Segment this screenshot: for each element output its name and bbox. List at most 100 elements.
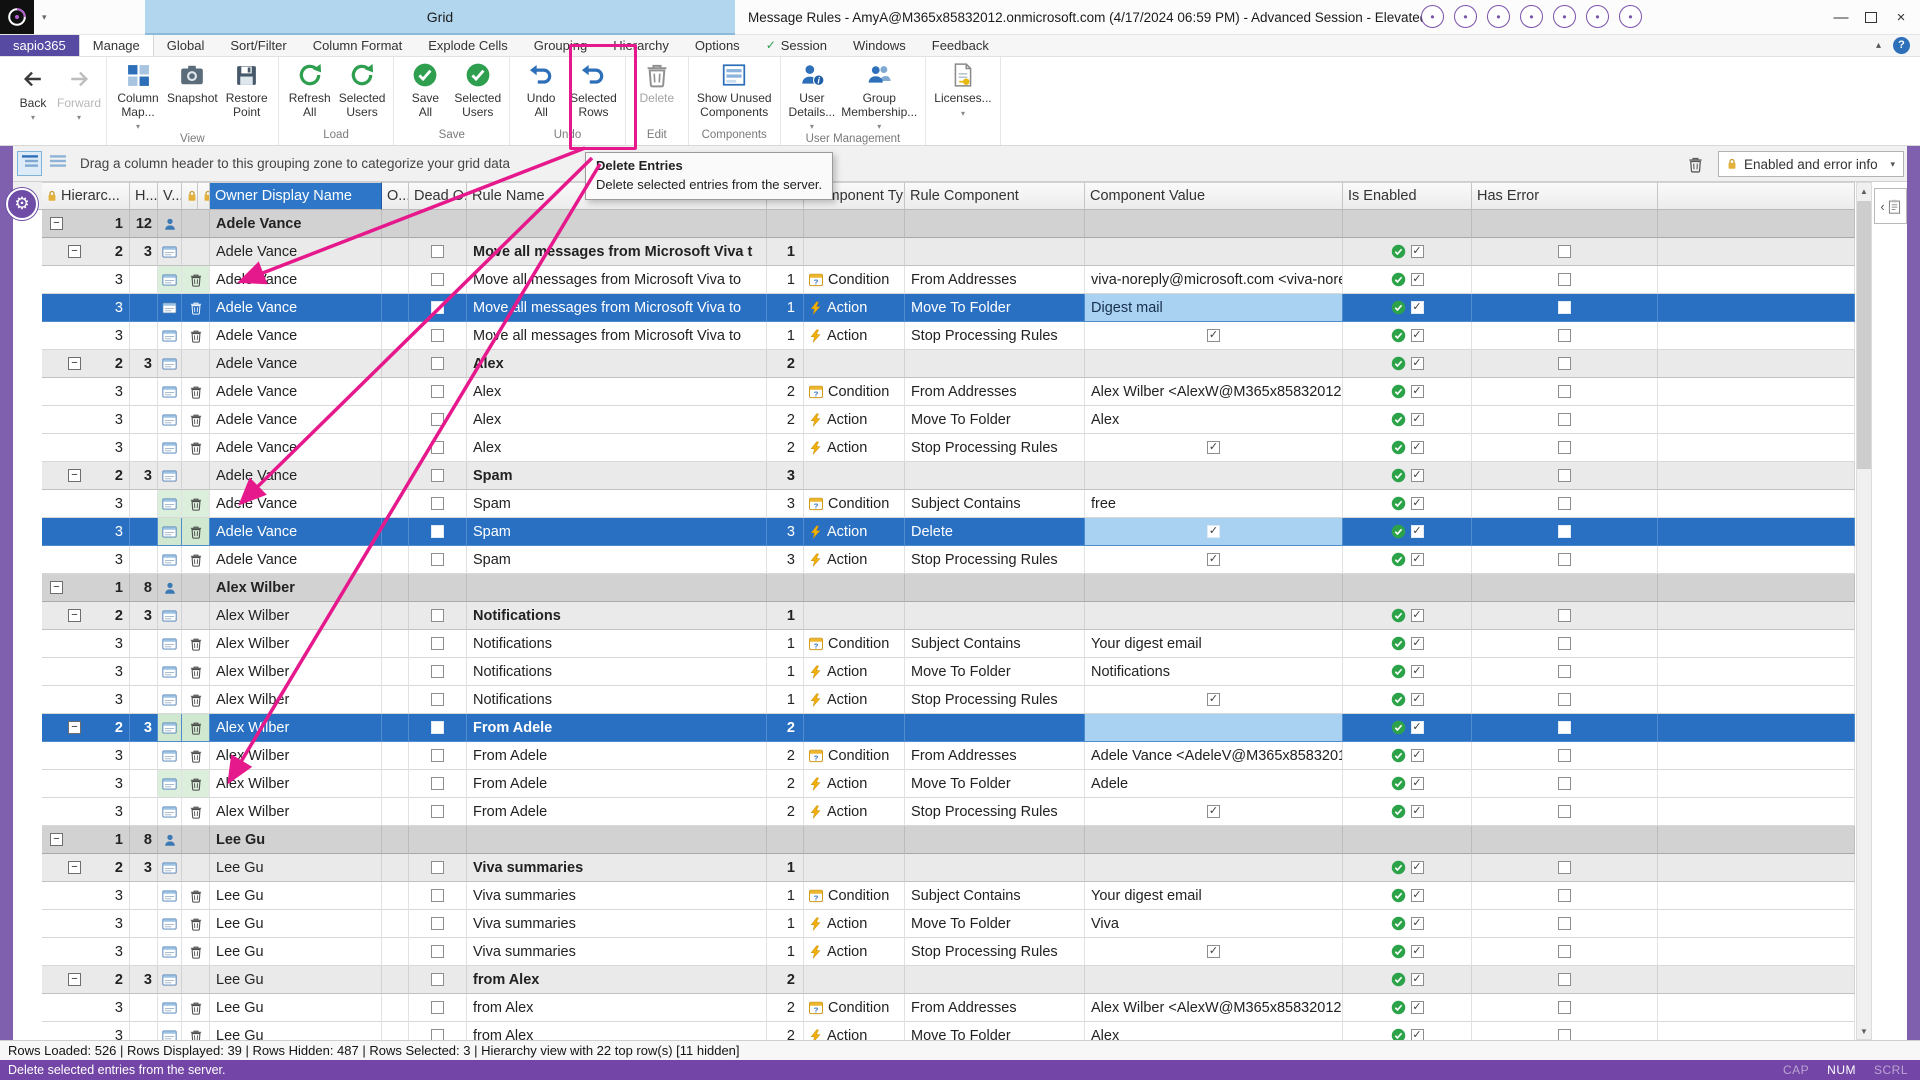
row-trash-icon[interactable]	[189, 329, 203, 343]
help-icon[interactable]: ?	[1893, 37, 1910, 54]
delete-button[interactable]: Delete	[631, 57, 683, 106]
user-details-button[interactable]: iUserDetails...▾	[786, 57, 839, 131]
enabled-checkbox[interactable]	[1411, 329, 1424, 342]
refresh-all-button[interactable]: RefreshAll	[284, 57, 336, 119]
forward-button[interactable]: Forward ▾	[56, 60, 102, 145]
error-checkbox[interactable]	[1558, 357, 1571, 370]
enabled-checkbox[interactable]	[1411, 749, 1424, 762]
enabled-checkbox[interactable]	[1411, 973, 1424, 986]
ribbon-tab-feedback[interactable]: Feedback	[919, 34, 1002, 56]
licenses-button[interactable]: Licenses...▾	[931, 57, 994, 118]
grid-row[interactable]: 3Lee GuViva summaries1ActionMove To Fold…	[42, 910, 1855, 938]
enabled-checkbox[interactable]	[1411, 413, 1424, 426]
value-checkbox[interactable]	[1207, 693, 1220, 706]
collapse-toggle[interactable]: −	[68, 973, 81, 986]
error-checkbox[interactable]	[1558, 609, 1571, 622]
scroll-down-icon[interactable]: ▼	[1857, 1023, 1871, 1039]
save-all-button[interactable]: SaveAll	[399, 57, 451, 119]
grid-row[interactable]: −18Lee Gu	[42, 826, 1855, 854]
row-trash-icon[interactable]	[189, 889, 203, 903]
row-trash-icon[interactable]	[189, 1029, 203, 1041]
ribbon-tab-explode-cells[interactable]: Explode Cells	[415, 34, 521, 56]
row-checkbox[interactable]	[431, 609, 444, 622]
error-checkbox[interactable]	[1558, 917, 1571, 930]
vertical-scrollbar[interactable]: ▲ ▼	[1856, 182, 1872, 1040]
enabled-checkbox[interactable]	[1411, 553, 1424, 566]
grid-row[interactable]: −23Alex WilberFrom Adele2	[42, 714, 1855, 742]
collapse-toggle[interactable]: −	[50, 833, 63, 846]
error-checkbox[interactable]	[1558, 665, 1571, 678]
error-checkbox[interactable]	[1558, 497, 1571, 510]
row-checkbox[interactable]	[431, 301, 444, 314]
row-checkbox[interactable]	[431, 1029, 444, 1040]
quick-access-caret-icon[interactable]: ▾	[42, 12, 47, 23]
back-button[interactable]: Back ▾	[10, 60, 56, 145]
row-checkbox[interactable]	[431, 357, 444, 370]
ribbon-tab-hierarchy[interactable]: Hierarchy	[600, 34, 682, 56]
column-map-button[interactable]: ColumnMap...▾	[112, 57, 164, 131]
enabled-checkbox[interactable]	[1411, 357, 1424, 370]
enabled-checkbox[interactable]	[1411, 301, 1424, 314]
side-panel-tab[interactable]: ‹	[1874, 188, 1907, 224]
grid-row[interactable]: −23Adele VanceSpam3	[42, 462, 1855, 490]
collapse-toggle[interactable]: −	[68, 609, 81, 622]
error-checkbox[interactable]	[1558, 273, 1571, 286]
row-trash-icon[interactable]	[189, 917, 203, 931]
titlebar-app-icon[interactable]: •	[1454, 5, 1477, 28]
group-membership-button[interactable]: GroupMembership...▾	[838, 57, 920, 131]
row-checkbox[interactable]	[431, 805, 444, 818]
row-checkbox[interactable]	[431, 693, 444, 706]
grid-row[interactable]: −23Lee Gufrom Alex2	[42, 966, 1855, 994]
enabled-checkbox[interactable]	[1411, 609, 1424, 622]
show-unused-components-button[interactable]: Show UnusedComponents	[694, 57, 775, 119]
row-checkbox[interactable]	[431, 749, 444, 762]
column-header-blank[interactable]: :	[198, 182, 210, 210]
column-header-blank[interactable]	[1658, 182, 1855, 210]
enabled-checkbox[interactable]	[1411, 637, 1424, 650]
undo-all-button[interactable]: UndoAll	[515, 57, 567, 119]
grid-row[interactable]: 3Adele VanceAlex2ActionMove To FolderAle…	[42, 406, 1855, 434]
row-checkbox[interactable]	[431, 497, 444, 510]
error-checkbox[interactable]	[1558, 945, 1571, 958]
enabled-checkbox[interactable]	[1411, 917, 1424, 930]
enabled-checkbox[interactable]	[1411, 385, 1424, 398]
titlebar-app-icon[interactable]: •	[1619, 5, 1642, 28]
grid-row[interactable]: 3Alex WilberNotifications1ActionStop Pro…	[42, 686, 1855, 714]
enabled-checkbox[interactable]	[1411, 721, 1424, 734]
collapse-toggle[interactable]: −	[50, 581, 63, 594]
clear-view-trash-icon[interactable]	[1687, 156, 1704, 173]
scrollbar-thumb[interactable]	[1857, 201, 1871, 469]
settings-gear-icon[interactable]: ⚙	[6, 188, 38, 220]
grid-row[interactable]: −23Adele VanceAlex2	[42, 350, 1855, 378]
enabled-checkbox[interactable]	[1411, 861, 1424, 874]
row-trash-icon[interactable]	[189, 805, 203, 819]
row-checkbox[interactable]	[431, 637, 444, 650]
row-trash-icon[interactable]	[189, 273, 203, 287]
error-checkbox[interactable]	[1558, 777, 1571, 790]
row-checkbox[interactable]	[431, 721, 444, 734]
column-header-component-value[interactable]: Component Value	[1085, 182, 1343, 210]
grid-row[interactable]: 3Adele VanceSpam3ActionDelete	[42, 518, 1855, 546]
column-header-hierarc[interactable]: Hierarc...	[42, 182, 130, 210]
error-checkbox[interactable]	[1558, 861, 1571, 874]
enabled-checkbox[interactable]	[1411, 441, 1424, 454]
enabled-checkbox[interactable]	[1411, 945, 1424, 958]
column-header-has-error[interactable]: Has Error	[1472, 182, 1658, 210]
row-checkbox[interactable]	[431, 665, 444, 678]
row-trash-icon[interactable]	[189, 441, 203, 455]
view-filter-dropdown[interactable]: Enabled and error info ▾	[1718, 151, 1904, 177]
minimize-button[interactable]: —	[1826, 3, 1856, 31]
restore-point-button[interactable]: RestorePoint	[221, 57, 273, 119]
error-checkbox[interactable]	[1558, 329, 1571, 342]
row-checkbox[interactable]	[431, 245, 444, 258]
error-checkbox[interactable]	[1558, 441, 1571, 454]
ribbon-tab-windows[interactable]: Windows	[840, 34, 919, 56]
maximize-button[interactable]	[1856, 3, 1886, 31]
column-header-dead-o[interactable]: Dead O...	[409, 182, 467, 210]
row-checkbox[interactable]	[431, 945, 444, 958]
error-checkbox[interactable]	[1558, 1029, 1571, 1040]
save-selected-users-button[interactable]: SelectedUsers	[451, 57, 504, 119]
row-trash-icon[interactable]	[189, 413, 203, 427]
row-checkbox[interactable]	[431, 973, 444, 986]
ribbon-tab-column-format[interactable]: Column Format	[300, 34, 416, 56]
